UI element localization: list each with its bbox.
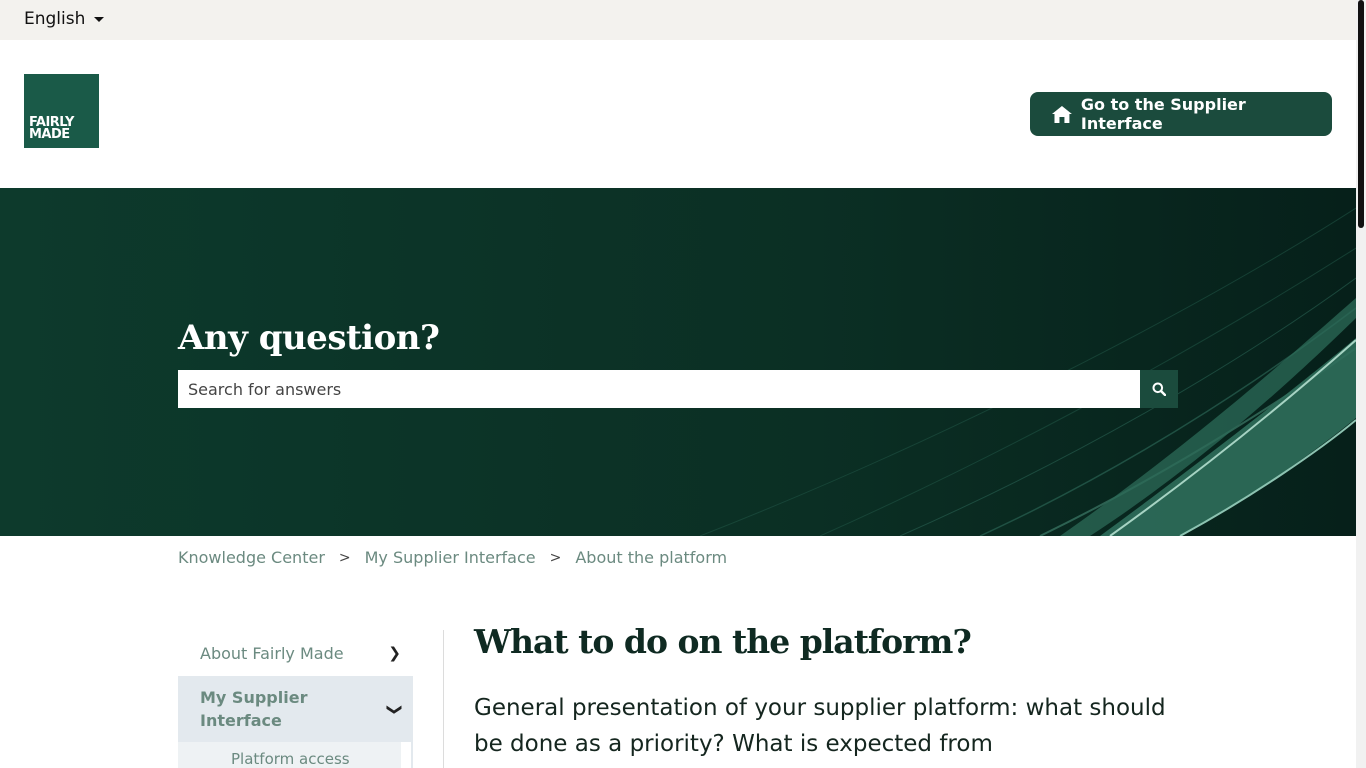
breadcrumb-separator: > [549,549,562,566]
sidebar-item-label: My Supplier Interface [200,688,308,730]
breadcrumb-about-the-platform[interactable]: About the platform [575,548,727,567]
content-divider [443,630,444,768]
language-selector[interactable]: English [24,9,105,29]
page-scrollbar[interactable] [1356,0,1366,768]
article-title: What to do on the platform? [474,622,972,661]
search-bar [178,370,1178,408]
breadcrumb-my-supplier-interface[interactable]: My Supplier Interface [365,548,536,567]
logo-text: FAIRLY MADE [29,115,74,142]
sidebar-divider [411,676,413,768]
cta-label: Go to the Supplier Interface [1080,95,1246,133]
chevron-down-icon: ❯ [386,702,405,716]
sidebar-subitem-platform-access[interactable]: Platform access [178,742,401,768]
scrollbar-thumb[interactable] [1358,0,1364,228]
top-bar: English [0,0,1356,40]
sidebar-subitem-label: Platform access [231,750,350,768]
go-to-supplier-interface-button[interactable]: Go to the Supplier Interface [1030,92,1332,136]
search-icon [1152,382,1166,396]
site-header: FAIRLY MADE Go to the Supplier Interface [0,40,1356,188]
search-input[interactable] [178,370,1140,408]
hero-background-graphic [0,188,1356,536]
fairly-made-logo[interactable]: FAIRLY MADE [24,74,99,148]
language-label: English [24,9,86,29]
breadcrumb-knowledge-center[interactable]: Knowledge Center [178,548,325,567]
sidebar-item-about-fairly-made[interactable]: About Fairly Made ❯ [178,630,413,676]
sidebar-item-label: About Fairly Made [200,643,344,663]
category-sidebar: About Fairly Made ❯ My Supplier Interfac… [178,630,413,768]
search-button[interactable] [1140,370,1178,408]
breadcrumb-separator: > [338,549,351,566]
hero-banner: Any question? [0,188,1356,536]
home-icon [1051,105,1072,123]
caret-down-icon [94,16,105,22]
chevron-right-icon: ❯ [388,644,401,662]
hero-title: Any question? [178,318,440,358]
article-lead: General presentation of your supplier pl… [474,695,1166,757]
sidebar-item-my-supplier-interface[interactable]: My Supplier Interface ❯ [178,676,413,742]
breadcrumb: Knowledge Center > My Supplier Interface… [178,548,727,567]
